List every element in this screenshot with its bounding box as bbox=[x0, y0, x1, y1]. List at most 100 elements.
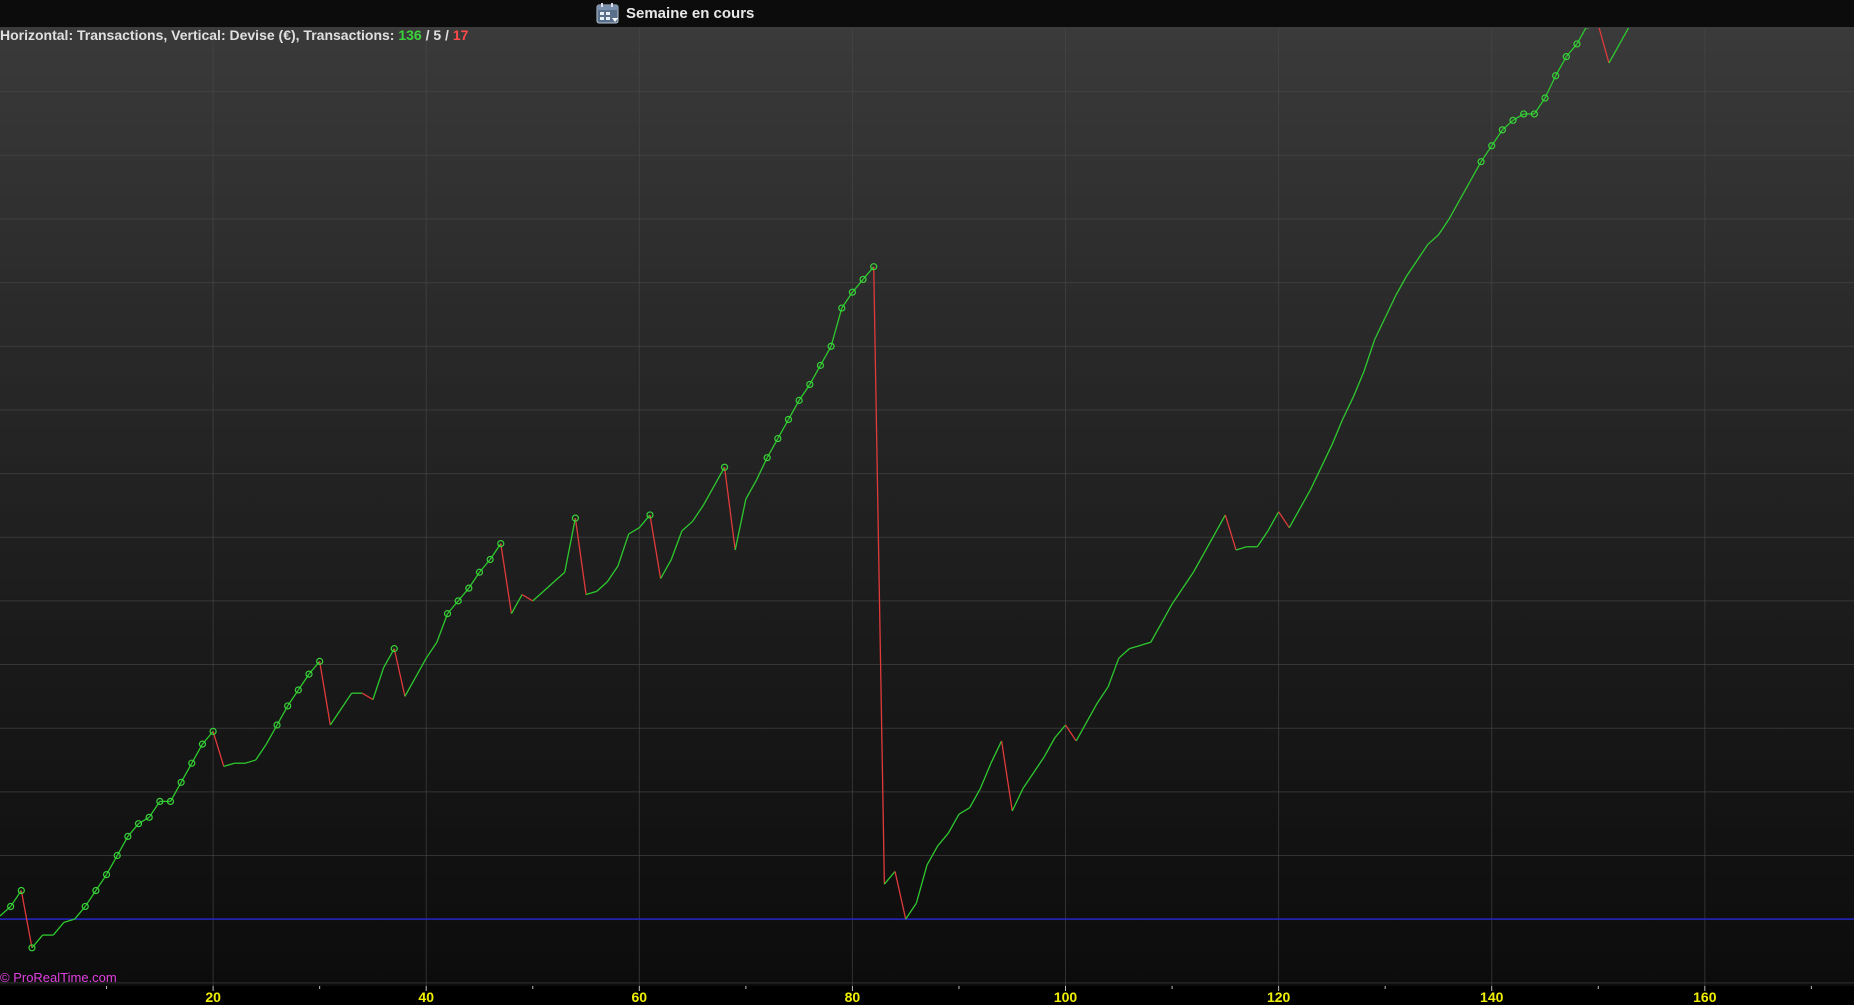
equity-segment-gain bbox=[1448, 199, 1461, 220]
equity-segment-gain bbox=[628, 527, 640, 535]
equity-segment-gain bbox=[979, 762, 992, 789]
equity-segment-gain bbox=[1129, 644, 1141, 650]
equity-segment-gain bbox=[745, 479, 758, 500]
equity-segment-gain bbox=[1299, 489, 1312, 509]
equity-segment-loss bbox=[521, 593, 534, 602]
equity-curve-plot bbox=[0, 28, 1854, 986]
x-tick-label: 100 bbox=[1054, 989, 1078, 1005]
equity-segment-gain bbox=[1192, 552, 1205, 573]
equity-segment-gain bbox=[958, 807, 970, 815]
equity-segment-gain bbox=[1033, 756, 1045, 774]
equity-segment-gain bbox=[915, 864, 928, 904]
equity-segment-gain bbox=[404, 676, 417, 697]
equity-segment-gain bbox=[0, 905, 12, 917]
losing-trades-count: 17 bbox=[452, 27, 469, 43]
equity-segment-gain bbox=[1150, 622, 1162, 643]
equity-segment-gain bbox=[681, 520, 694, 532]
equity-segment-gain bbox=[702, 485, 715, 506]
equity-segment-gain bbox=[937, 832, 949, 847]
equity-segment-gain bbox=[905, 902, 917, 920]
equity-segment-gain bbox=[1459, 180, 1471, 201]
equity-segment-gain bbox=[1501, 119, 1514, 131]
equity-segment-gain bbox=[1341, 396, 1354, 420]
equity-segment-gain bbox=[1416, 244, 1429, 261]
equity-segment-gain bbox=[617, 533, 630, 567]
equity-chart bbox=[0, 28, 1854, 986]
period-selector-label: Semaine en cours bbox=[626, 5, 755, 22]
calendar-icon bbox=[596, 3, 619, 24]
equity-segment-gain bbox=[1022, 772, 1035, 790]
equity-segment-gain bbox=[532, 590, 544, 602]
equity-segment-gain bbox=[52, 921, 65, 936]
equity-segment-loss bbox=[361, 692, 374, 701]
equity-segment-gain bbox=[1182, 571, 1194, 589]
equity-segment-gain bbox=[244, 759, 256, 764]
equity-segment-loss bbox=[649, 514, 662, 579]
equity-segment-gain bbox=[660, 559, 672, 579]
info-prefix: Horizontal: Transactions, Vertical: Devi… bbox=[0, 27, 399, 43]
chart-info-header: Horizontal: Transactions, Vertical: Devi… bbox=[0, 27, 468, 45]
equity-segment-gain bbox=[1395, 275, 1408, 296]
equity-segment-gain bbox=[1267, 511, 1280, 532]
equity-segment-gain bbox=[670, 530, 683, 560]
equity-segment-gain bbox=[1320, 444, 1333, 468]
x-tick-label: 60 bbox=[632, 989, 648, 1005]
equity-segment-loss bbox=[500, 543, 513, 614]
equity-segment-gain bbox=[585, 590, 597, 596]
x-axis-bar[interactable]: 20 40 60 80 100 120 140 160 bbox=[0, 986, 1854, 1005]
equity-segment-loss bbox=[1064, 724, 1077, 742]
equity-segment-gain bbox=[1437, 218, 1450, 236]
equity-segment-gain bbox=[830, 307, 843, 347]
period-selector[interactable]: Semaine en cours bbox=[596, 2, 754, 25]
equity-segment-gain bbox=[1544, 75, 1557, 99]
equity-segment-gain bbox=[425, 641, 438, 659]
equity-segment-gain bbox=[1160, 603, 1173, 624]
equity-segment-gain bbox=[1118, 648, 1130, 659]
equity-segment-gain bbox=[1139, 641, 1151, 647]
equity-segment-gain bbox=[755, 457, 768, 481]
prorealtime-equity-window: Semaine en cours Horizontal: Transaction… bbox=[0, 0, 1854, 1005]
equity-segment-gain bbox=[1288, 508, 1301, 529]
equity-segment-gain bbox=[1619, 28, 1630, 45]
info-separator: / bbox=[441, 27, 453, 43]
equity-segment-gain bbox=[1075, 721, 1088, 742]
equity-segment-gain bbox=[1427, 234, 1439, 245]
x-tick-label: 120 bbox=[1267, 989, 1291, 1005]
equity-segment-loss bbox=[393, 648, 406, 697]
equity-segment-loss bbox=[319, 661, 331, 726]
equity-segment-gain bbox=[1352, 371, 1365, 398]
equity-segment-gain bbox=[1331, 419, 1344, 446]
equity-segment-gain bbox=[1043, 737, 1056, 758]
equity-segment-gain bbox=[1096, 686, 1109, 704]
info-separator: / bbox=[421, 27, 434, 43]
winning-trades-count: 136 bbox=[398, 27, 422, 43]
equity-segment-gain bbox=[1171, 587, 1184, 605]
equity-segment-gain bbox=[510, 594, 523, 614]
equity-segment-gain bbox=[1384, 295, 1397, 318]
neutral-trades-count: 5 bbox=[433, 27, 442, 43]
equity-segment-gain bbox=[436, 613, 449, 643]
x-tick-label: 80 bbox=[845, 989, 861, 1005]
equity-segment-gain bbox=[1256, 530, 1269, 548]
equity-segment-gain bbox=[372, 667, 385, 700]
equity-segment-gain bbox=[734, 498, 747, 551]
x-tick-label: 20 bbox=[205, 989, 221, 1005]
equity-segment-gain bbox=[255, 743, 267, 761]
equity-segment-gain bbox=[596, 581, 608, 592]
equity-segment-gain bbox=[1107, 657, 1120, 688]
equity-segment-gain bbox=[564, 518, 577, 573]
x-tick-label: 140 bbox=[1480, 989, 1504, 1005]
x-tick-label: 40 bbox=[418, 989, 434, 1005]
equity-segment-loss bbox=[1224, 514, 1237, 551]
equity-segment-loss bbox=[212, 731, 225, 767]
equity-segment-gain bbox=[1608, 43, 1621, 64]
equity-segment-gain bbox=[329, 708, 342, 726]
equity-segment-gain bbox=[1086, 702, 1099, 723]
equity-segment-gain bbox=[1214, 514, 1226, 535]
equity-segment-gain bbox=[990, 740, 1003, 764]
equity-segment-gain bbox=[1054, 724, 1067, 739]
equity-segment-gain bbox=[606, 565, 619, 583]
x-axis: 20 40 60 80 100 120 140 160 bbox=[106, 986, 1812, 1005]
equity-segment-gain bbox=[340, 692, 353, 710]
equity-segment-gain bbox=[883, 871, 896, 885]
